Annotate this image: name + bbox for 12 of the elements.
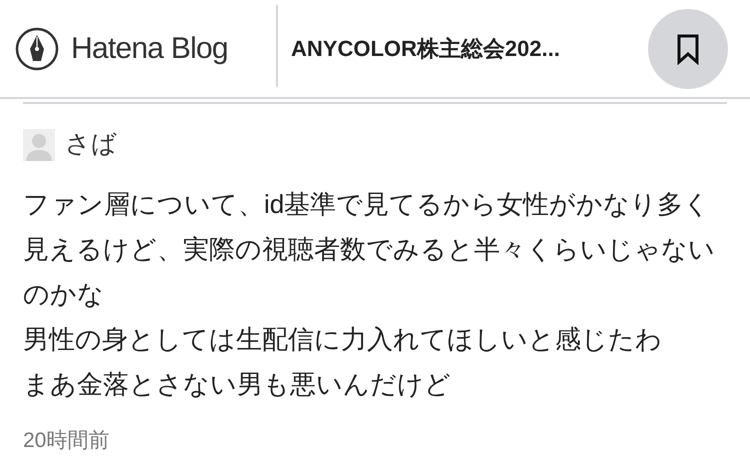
avatar-icon	[23, 128, 55, 161]
timestamp: 20時間前	[23, 428, 110, 454]
comment-line: ファン層について、id基準で見てるから女性がかなり多く	[23, 188, 712, 220]
username[interactable]: さば	[65, 126, 117, 164]
bookmark-icon	[676, 32, 700, 64]
comment-line: 見えるけど、実際の視聴者数でみると半々くらいじゃない	[23, 232, 716, 266]
comment-line: まあ金落とさない男も悪いんだけど	[23, 368, 452, 400]
page-title: ANYCOLOR株主総会202...	[291, 35, 561, 63]
logo-text[interactable]: Hatena Blog	[71, 26, 228, 71]
comment-line: 男性の身としては生配信に力入れてほしいと感じたわ	[23, 322, 663, 356]
comment-line: のかな	[23, 278, 105, 310]
pen-nib-icon	[15, 26, 59, 70]
